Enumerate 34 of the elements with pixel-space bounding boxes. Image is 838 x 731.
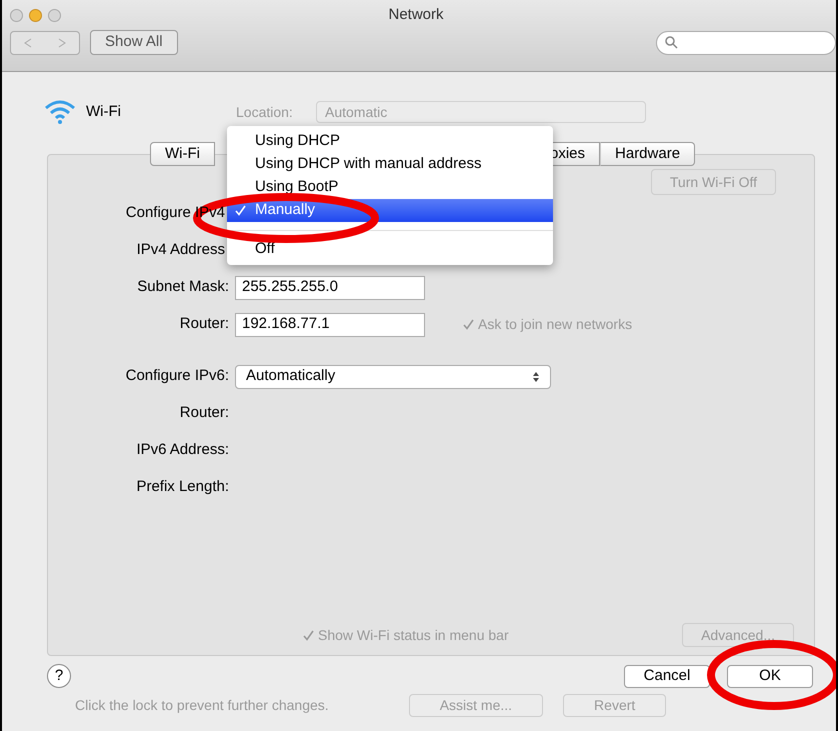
back-forward-control[interactable] [10, 30, 80, 54]
zoom-control[interactable] [48, 8, 61, 22]
help-button[interactable]: ? [47, 664, 71, 688]
service-name: Wi-Fi [86, 102, 122, 122]
select-control[interactable]: Automatically [235, 364, 551, 388]
wifi-icon [44, 99, 76, 125]
ask-to-join-label: Ask to join new networks [478, 315, 632, 334]
menu-item[interactable]: Using BootP [227, 176, 553, 199]
field-label: Configure IPv6: [124, 366, 230, 386]
text-field[interactable]: 255.255.255.0 [235, 276, 425, 300]
stepper-icon [532, 370, 540, 382]
search-field[interactable] [656, 30, 836, 54]
lock-text: Click the lock to prevent further changes. [75, 696, 329, 715]
text-field[interactable]: 192.168.77.1 [235, 312, 425, 336]
field-label: Prefix Length: [135, 477, 230, 498]
show-all-button[interactable]: Show All [90, 30, 178, 55]
cancel-button[interactable]: Cancel [624, 664, 710, 688]
tab[interactable]: Hardware [600, 142, 696, 166]
window-title: Network [388, 4, 444, 25]
show-status-label: Show Wi-Fi status in menu bar [318, 626, 509, 644]
ok-button[interactable]: OK [727, 664, 813, 688]
field-label: IPv4 Address [136, 240, 226, 260]
minimize-control[interactable] [29, 8, 42, 22]
field-label: Subnet Mask: [136, 277, 230, 298]
field-label: Router: [178, 403, 230, 424]
menu-item[interactable]: Manually [227, 199, 553, 222]
check-mark-icon [235, 205, 246, 216]
search-icon [665, 36, 678, 49]
field-label: IPv6 Address: [135, 440, 230, 460]
menu-item[interactable]: Off [227, 238, 553, 261]
field-label: Router: [178, 314, 230, 334]
close-control[interactable] [10, 8, 23, 22]
location-label: Location: [236, 102, 294, 122]
tab[interactable]: Wi-Fi [150, 142, 215, 166]
